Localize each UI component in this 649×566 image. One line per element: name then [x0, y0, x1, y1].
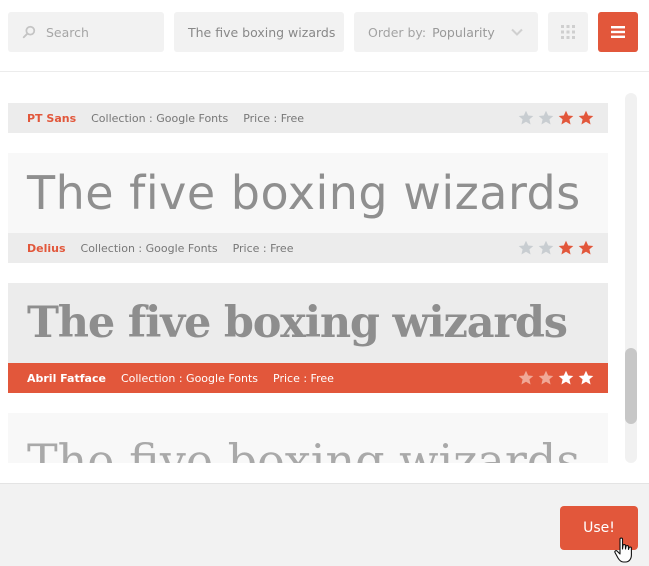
font-meta-bar-selected: Abril Fatface Collection : Google Fonts …: [8, 363, 608, 393]
star-filled-icon[interactable]: [578, 370, 594, 386]
font-card-partial[interactable]: The five boxing wizards: [8, 413, 608, 463]
font-collection: Collection : Google Fonts: [91, 111, 229, 125]
font-collection: Collection : Google Fonts: [120, 371, 259, 385]
star-empty-icon[interactable]: [538, 240, 554, 256]
star-filled-icon[interactable]: [578, 110, 594, 126]
star-empty-icon[interactable]: [538, 110, 554, 126]
sample-text-value: The five boxing wizards: [188, 24, 336, 40]
font-name: PT Sans: [27, 111, 77, 125]
font-preview: The five boxing wizards: [27, 298, 568, 348]
font-price: Price : Free: [273, 371, 334, 385]
scrollbar-track[interactable]: [625, 93, 637, 463]
grid-icon: [561, 25, 575, 39]
font-card-delius[interactable]: The five boxing wizards Delius Collectio…: [8, 153, 608, 263]
sample-text-input[interactable]: The five boxing wizards: [174, 12, 344, 52]
star-rating[interactable]: [518, 110, 594, 126]
font-card-pt-sans[interactable]: PT Sans Collection : Google Fonts Price …: [8, 73, 608, 133]
scrollbar-thumb[interactable]: [625, 348, 637, 424]
star-empty-icon[interactable]: [518, 110, 534, 126]
font-price: Price : Free: [243, 111, 305, 125]
star-filled-icon[interactable]: [558, 110, 574, 126]
star-empty-icon[interactable]: [538, 370, 554, 386]
font-collection: Collection : Google Fonts: [80, 241, 218, 255]
hand-cursor-icon: [614, 537, 632, 563]
search-icon: [22, 25, 36, 39]
font-name: Abril Fatface: [27, 371, 106, 385]
font-list: PT Sans Collection : Google Fonts Price …: [0, 73, 624, 463]
order-by-select[interactable]: Order by: Popularity: [354, 12, 538, 52]
star-filled-icon[interactable]: [558, 370, 574, 386]
star-rating[interactable]: [518, 370, 594, 386]
star-filled-icon[interactable]: [578, 240, 594, 256]
star-filled-icon[interactable]: [558, 240, 574, 256]
star-empty-icon[interactable]: [518, 240, 534, 256]
grid-view-button[interactable]: [548, 12, 588, 52]
footer-bar: Use!: [0, 483, 649, 566]
font-name: Delius: [27, 241, 66, 255]
font-preview: The five boxing wizards: [27, 166, 581, 220]
search-input[interactable]: Search: [8, 12, 164, 52]
search-placeholder: Search: [46, 24, 89, 40]
order-by-label: Order by:: [368, 24, 427, 40]
font-meta-bar: Delius Collection : Google Fonts Price :…: [8, 233, 608, 263]
chevron-down-icon: [511, 28, 523, 36]
list-view-button[interactable]: [598, 12, 638, 52]
menu-icon: [611, 26, 625, 38]
star-rating[interactable]: [518, 240, 594, 256]
star-empty-icon[interactable]: [518, 370, 534, 386]
toolbar: Search The five boxing wizards Order by:…: [0, 0, 649, 72]
font-card-abril-fatface[interactable]: The five boxing wizards Abril Fatface Co…: [8, 283, 608, 393]
font-price: Price : Free: [232, 241, 294, 255]
font-preview: The five boxing wizards: [27, 434, 580, 463]
order-by-value: Popularity: [432, 24, 495, 40]
font-meta-bar: PT Sans Collection : Google Fonts Price …: [8, 103, 608, 133]
